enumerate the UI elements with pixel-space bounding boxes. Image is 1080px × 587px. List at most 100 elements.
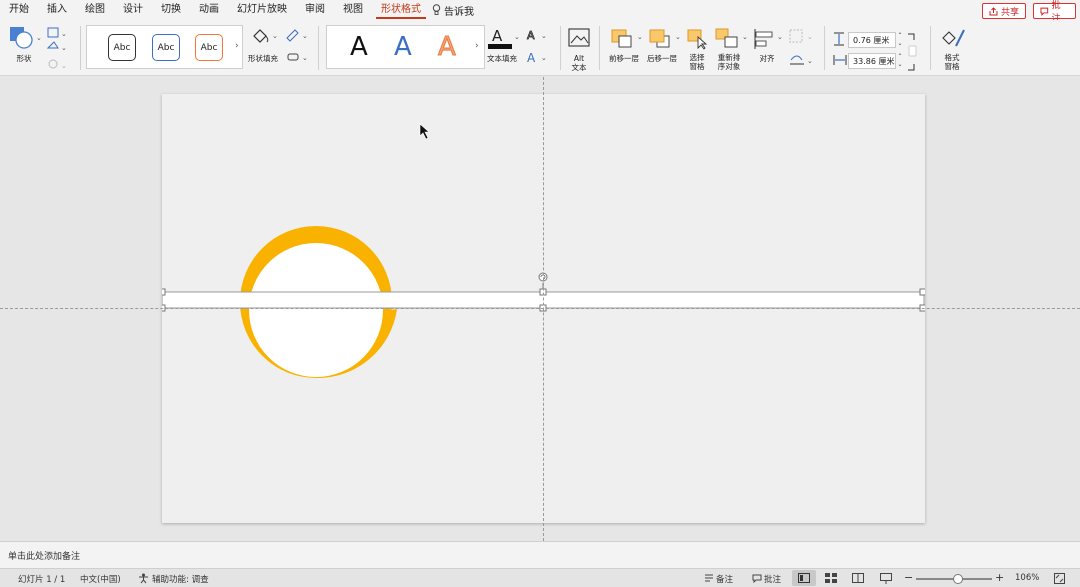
text-fill-label: 文本填充 — [487, 54, 517, 63]
tell-me-label: 告诉我 — [444, 6, 474, 18]
svg-text:⌄: ⌄ — [302, 54, 308, 62]
tab-5[interactable]: 动画 — [190, 0, 228, 20]
chevron-down-icon[interactable]: ⌄ — [637, 33, 643, 41]
svg-text:⌄: ⌄ — [61, 30, 67, 38]
text-outline-effects-icons[interactable]: A A ⌄ ⌄ — [526, 28, 550, 68]
chevron-down-icon[interactable]: ⌄ — [777, 33, 783, 41]
ribbon: ⌄ 形状 ⌄ ⌄ ⌄ Abc Abc Abc › ⌄ 形状填充 ⌄ ⌄ A A … — [0, 20, 1080, 76]
comments-button[interactable]: 批注 — [764, 573, 781, 585]
shape-insert-icon[interactable] — [9, 26, 35, 50]
text-fill-icon[interactable]: A — [487, 25, 513, 51]
outline-effects-icons[interactable]: ⌄ ⌄ — [285, 28, 309, 68]
slideshow-icon[interactable] — [880, 573, 892, 584]
tab-list: 开始 插入 绘图 设计 切换 动画 幻灯片放映 审阅 视图 形状格式 — [0, 0, 430, 20]
lightbulb-icon — [432, 4, 441, 15]
wordart-style-3[interactable]: A — [438, 32, 457, 63]
svg-text:⌄: ⌄ — [61, 44, 67, 52]
status-bar: 幻灯片 1 / 1 中文(中国) 辅助功能: 调查 备注 批注 − + 106% — [0, 568, 1080, 587]
notes-placeholder: 单击此处添加备注 — [8, 552, 81, 562]
tell-me-search[interactable]: 告诉我 — [430, 3, 474, 18]
zoom-slider-thumb[interactable] — [952, 574, 963, 584]
mouse-pointer-icon — [419, 123, 430, 140]
alt-text-label: Alt 文本 — [571, 54, 587, 72]
notes-button[interactable]: 备注 — [716, 573, 733, 585]
shape-fill-label: 形状填充 — [248, 54, 278, 63]
tab-3[interactable]: 设计 — [114, 0, 152, 20]
format-pane-icon[interactable] — [940, 26, 966, 50]
reading-view-icon[interactable] — [852, 573, 864, 583]
normal-view-icon — [798, 573, 810, 583]
notes-icon[interactable] — [704, 574, 714, 583]
svg-text:A: A — [527, 29, 535, 42]
wordart-style-1[interactable]: A — [350, 32, 368, 62]
normal-view-button[interactable] — [792, 570, 816, 586]
reorder-objects-label: 重新排 序对象 — [717, 53, 741, 71]
tab-0[interactable]: 开始 — [0, 0, 38, 20]
white-inner-circle[interactable] — [249, 243, 383, 377]
zoom-out-button[interactable]: − — [904, 571, 913, 584]
shape-label: 形状 — [16, 54, 32, 63]
chevron-down-icon[interactable]: ⌄ — [514, 33, 520, 41]
share-icon — [989, 6, 998, 15]
share-button[interactable]: 共享 — [982, 3, 1026, 19]
svg-text:⌄: ⌄ — [807, 57, 813, 65]
svg-text:⌄: ⌄ — [807, 33, 813, 41]
notes-pane[interactable]: 单击此处添加备注 — [0, 541, 1080, 568]
selection-pane-label: 选择 窗格 — [689, 53, 705, 71]
height-stepper[interactable]: ⌃ ⌄ — [896, 32, 904, 48]
width-stepper[interactable]: ⌃ ⌄ — [896, 53, 904, 69]
tab-8[interactable]: 视图 — [334, 0, 372, 20]
lock-aspect-icon[interactable] — [906, 32, 918, 72]
send-backward-icon[interactable] — [648, 28, 674, 50]
group-rotate-icons[interactable]: ⌄ ⌄ — [788, 28, 816, 70]
tab-1[interactable]: 插入 — [38, 0, 76, 20]
zoom-in-button[interactable]: + — [995, 571, 1004, 584]
fit-to-window-icon[interactable] — [1054, 573, 1065, 584]
svg-text:A: A — [527, 51, 536, 65]
comments-icon[interactable] — [752, 574, 762, 583]
wordart-gallery[interactable]: A A A — [326, 25, 485, 69]
zoom-percent[interactable]: 106% — [1015, 573, 1039, 583]
svg-text:⌄: ⌄ — [541, 32, 547, 40]
shape-style-2[interactable]: Abc — [152, 34, 180, 61]
gallery-more-icon[interactable]: › — [475, 41, 479, 51]
alt-text-icon[interactable] — [568, 28, 590, 48]
chevron-down-icon[interactable]: ⌄ — [675, 33, 681, 41]
width-value: 33.86 厘米 — [853, 56, 895, 66]
gallery-more-icon[interactable]: › — [235, 41, 239, 51]
svg-text:⌄: ⌄ — [61, 62, 67, 70]
reorder-objects-icon[interactable] — [715, 28, 741, 50]
tab-7[interactable]: 审阅 — [296, 0, 334, 20]
height-icon — [834, 32, 844, 46]
accessibility-status[interactable]: 辅助功能: 调查 — [152, 573, 209, 585]
svg-text:A: A — [492, 27, 503, 45]
chevron-down-icon[interactable]: ⌄ — [742, 33, 748, 41]
slide-sorter-icon[interactable] — [825, 573, 837, 583]
accessibility-icon[interactable] — [138, 573, 149, 584]
zoom-slider[interactable] — [916, 574, 992, 584]
tab-4[interactable]: 切换 — [152, 0, 190, 20]
chevron-down-icon[interactable]: ⌄ — [36, 34, 42, 42]
align-icon[interactable] — [752, 28, 776, 50]
tab-6[interactable]: 幻灯片放映 — [228, 0, 296, 20]
height-input[interactable]: 0.76 厘米 — [848, 32, 896, 48]
height-value: 0.76 厘米 — [853, 35, 890, 45]
width-input[interactable]: 33.86 厘米 — [848, 53, 896, 69]
bring-forward-icon[interactable] — [610, 28, 636, 50]
chevron-down-icon[interactable]: ⌄ — [272, 32, 278, 40]
width-icon — [833, 55, 847, 65]
wordart-style-2[interactable]: A — [394, 32, 412, 62]
shape-style-gallery[interactable]: Abc Abc Abc — [86, 25, 243, 69]
comment-button[interactable]: 批注 — [1033, 1, 1076, 24]
shape-style-1[interactable]: Abc — [108, 34, 136, 61]
svg-text:⌄: ⌄ — [541, 54, 547, 62]
send-backward-label: 后移一层 — [647, 54, 677, 63]
language-indicator[interactable]: 中文(中国) — [80, 573, 121, 585]
selection-pane-icon[interactable] — [686, 28, 710, 50]
shape-style-3[interactable]: Abc — [195, 34, 223, 61]
paint-bucket-icon[interactable] — [250, 26, 272, 48]
tab-9[interactable]: 形状格式 — [372, 0, 430, 20]
edit-shape-icons[interactable]: ⌄ ⌄ ⌄ — [46, 26, 68, 74]
slide-indicator: 幻灯片 1 / 1 — [18, 575, 66, 585]
tab-2[interactable]: 绘图 — [76, 0, 114, 20]
